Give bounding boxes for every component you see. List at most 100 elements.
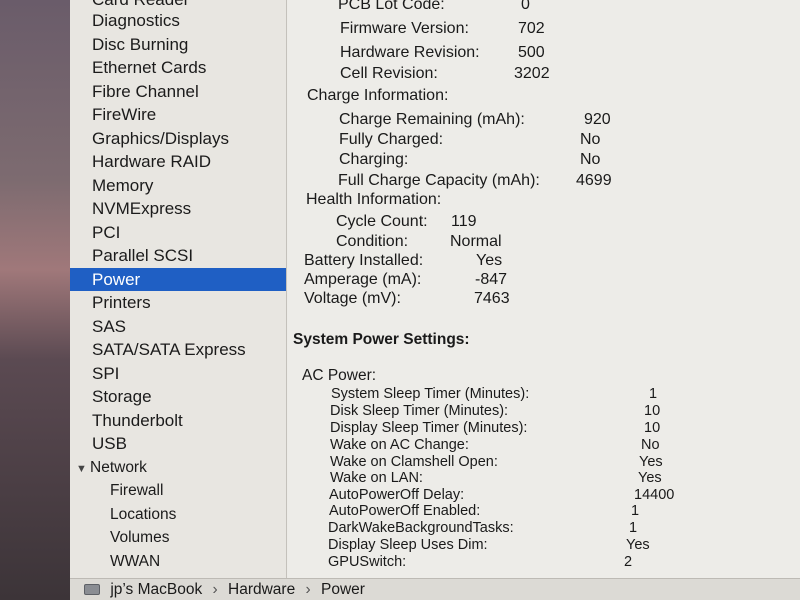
info-key: Firmware Version: xyxy=(340,20,469,37)
sidebar-item-memory[interactable]: Memory xyxy=(70,174,286,198)
info-value: 1 xyxy=(649,386,658,402)
sidebar-item-label: Disc Burning xyxy=(92,34,189,54)
info-key: AutoPowerOff Delay: xyxy=(329,487,465,503)
path-item[interactable]: Power xyxy=(321,581,365,598)
info-key: Wake on Clamshell Open: xyxy=(330,454,498,470)
sidebar-item-spi[interactable]: SPI xyxy=(70,362,286,386)
info-key: Hardware Revision: xyxy=(340,44,480,61)
path-category[interactable]: Hardware xyxy=(228,581,295,598)
sidebar-item-disc-burning[interactable]: Disc Burning xyxy=(70,33,286,57)
info-key: PCB Lot Code: xyxy=(338,0,445,13)
info-value: No xyxy=(580,151,601,168)
sidebar: Card Reader Diagnostics Disc Burning Eth… xyxy=(70,0,287,578)
sidebar-item-label: Firewall xyxy=(110,482,164,499)
sidebar-item-nvmexpress[interactable]: NVMExpress xyxy=(70,197,286,221)
sidebar-item-usb[interactable]: USB xyxy=(70,432,286,456)
info-value: 4699 xyxy=(576,172,612,189)
sidebar-item-label: Thunderbolt xyxy=(92,410,183,430)
info-value: 1 xyxy=(631,503,640,519)
system-information-window: Card Reader Diagnostics Disc Burning Eth… xyxy=(70,0,800,600)
disclosure-triangle-icon[interactable]: ▼ xyxy=(76,458,90,482)
sidebar-item-label: Card Reader xyxy=(92,0,189,9)
sidebar-item-firewire[interactable]: FireWire xyxy=(70,103,286,127)
info-key: Charging: xyxy=(339,151,409,168)
info-value: 14400 xyxy=(634,487,675,503)
sidebar-item-label: Ethernet Cards xyxy=(92,58,207,77)
sidebar-item-fibre-channel[interactable]: Fibre Channel xyxy=(70,80,286,104)
info-key: GPUSwitch: xyxy=(328,554,407,570)
charge-info-heading: Charge Information: xyxy=(307,87,449,104)
info-key: Cycle Count: xyxy=(336,213,428,230)
sidebar-item-wwan[interactable]: WWAN xyxy=(70,550,286,574)
info-key: Condition: xyxy=(336,233,409,250)
sidebar-item-label: SPI xyxy=(92,363,120,383)
sidebar-group-label: Network xyxy=(90,458,147,476)
sidebar-item-label: NVMExpress xyxy=(92,199,192,218)
sidebar-item-graphics-displays[interactable]: Graphics/Displays xyxy=(70,127,286,151)
info-value: 920 xyxy=(584,111,611,128)
info-key: Display Sleep Uses Dim: xyxy=(328,537,488,553)
info-value: 702 xyxy=(518,20,545,37)
ac-power-heading: AC Power: xyxy=(302,367,377,384)
sidebar-item-diagnostics[interactable]: Diagnostics xyxy=(70,9,286,33)
info-value: Yes xyxy=(638,470,662,486)
info-value: -847 xyxy=(475,271,508,288)
info-value: 119 xyxy=(451,213,477,230)
sidebar-item-label: Memory xyxy=(92,175,154,195)
sidebar-item-parallel-scsi[interactable]: Parallel SCSI xyxy=(70,244,286,268)
info-value: 2 xyxy=(624,554,633,570)
sidebar-item-hardware-raid[interactable]: Hardware RAID xyxy=(70,150,286,174)
sidebar-item-label: SAS xyxy=(92,316,127,336)
sidebar-item-label: Fibre Channel xyxy=(92,81,199,101)
sidebar-item-label: USB xyxy=(92,434,127,453)
sidebar-item-pci[interactable]: PCI xyxy=(70,221,286,245)
info-value: Yes xyxy=(476,252,503,269)
sidebar-item-label: Volumes xyxy=(110,529,170,546)
sidebar-item-thunderbolt[interactable]: Thunderbolt xyxy=(70,409,286,433)
info-value: No xyxy=(641,437,660,453)
sidebar-item-label: SATA/SATA Express xyxy=(92,340,246,359)
sidebar-item-sata-express[interactable]: SATA/SATA Express xyxy=(70,338,286,362)
sidebar-item-label: Hardware RAID xyxy=(92,152,212,171)
sidebar-item-storage[interactable]: Storage xyxy=(70,385,286,409)
sidebar-group-network[interactable]: ▼ Network xyxy=(70,456,286,480)
sidebar-item-label: FireWire xyxy=(92,105,157,124)
sidebar-item-power[interactable]: Power xyxy=(70,267,286,291)
info-key: Display Sleep Timer (Minutes): xyxy=(330,420,528,436)
detail-pane: PCB Lot Code: 0 Firmware Version: 702 Ha… xyxy=(288,0,800,578)
info-key: Wake on LAN: xyxy=(330,470,423,486)
info-value: 500 xyxy=(518,44,545,61)
info-value: 7463 xyxy=(474,290,510,307)
health-info-heading: Health Information: xyxy=(306,191,442,208)
sidebar-item-label: Graphics/Displays xyxy=(92,128,229,148)
info-value: No xyxy=(580,131,601,148)
sidebar-item-volumes[interactable]: Volumes xyxy=(70,526,286,550)
sidebar-list: Card Reader Diagnostics Disc Burning Eth… xyxy=(70,0,286,573)
info-key: Disk Sleep Timer (Minutes): xyxy=(330,403,509,419)
info-key: Full Charge Capacity (mAh): xyxy=(338,172,540,189)
path-separator-icon: › xyxy=(212,581,218,598)
path-computer[interactable]: jp’s MacBook xyxy=(110,581,202,598)
sidebar-item-label: Parallel SCSI xyxy=(92,246,194,265)
sidebar-item-card-reader[interactable]: Card Reader xyxy=(70,0,286,9)
sidebar-item-locations[interactable]: Locations xyxy=(70,503,286,527)
info-key: Charge Remaining (mAh): xyxy=(339,111,525,128)
sidebar-item-printers[interactable]: Printers xyxy=(70,291,286,315)
sidebar-item-label: WWAN xyxy=(110,552,161,570)
path-bar: jp’s MacBook › Hardware › Power xyxy=(70,578,800,600)
sidebar-item-sas[interactable]: SAS xyxy=(70,315,286,339)
desktop-wallpaper-edge xyxy=(0,0,70,600)
info-value: 0 xyxy=(521,0,530,13)
info-value: Yes xyxy=(626,537,650,553)
sidebar-item-label: Storage xyxy=(92,387,152,406)
sidebar-item-firewall[interactable]: Firewall xyxy=(70,479,286,503)
info-key: Fully Charged: xyxy=(339,131,444,148)
info-value: Normal xyxy=(450,233,502,250)
info-key: DarkWakeBackgroundTasks: xyxy=(328,520,514,536)
sidebar-item-ethernet-cards[interactable]: Ethernet Cards xyxy=(70,56,286,80)
path-separator-icon: › xyxy=(305,581,311,598)
info-value: 10 xyxy=(644,403,661,419)
sidebar-item-label: Power xyxy=(92,269,141,289)
info-value: 3202 xyxy=(514,65,550,82)
info-value: 1 xyxy=(629,520,638,536)
